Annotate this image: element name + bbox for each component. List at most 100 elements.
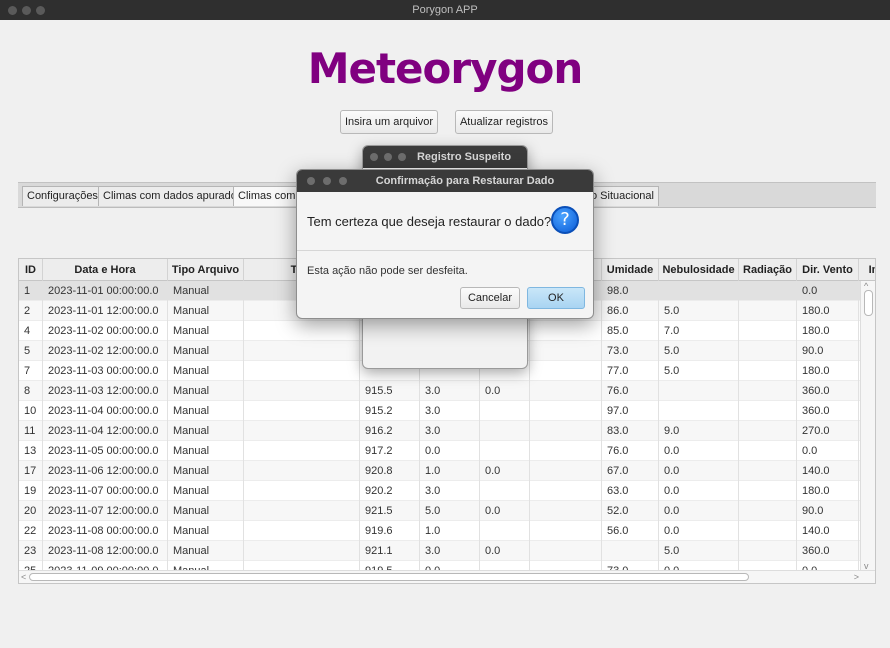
- table-cell[interactable]: [739, 461, 797, 481]
- table-cell[interactable]: Manual: [168, 421, 244, 441]
- column-header-umidade[interactable]: Umidade: [602, 259, 659, 281]
- table-cell[interactable]: [480, 441, 530, 461]
- table-cell[interactable]: [659, 401, 739, 421]
- table-row[interactable]: 20 2023-11-07 12:00:00.0 Manual 921.5 5.0 0.0…: [19, 501, 875, 521]
- table-cell[interactable]: [739, 281, 797, 301]
- table-cell[interactable]: [530, 321, 602, 341]
- table-row[interactable]: 19 2023-11-07 00:00:00.0 Manual 920.2 3.0 63.…: [19, 481, 875, 501]
- table-cell[interactable]: 5.0: [659, 541, 739, 561]
- table-cell[interactable]: 0.0: [659, 521, 739, 541]
- table-cell[interactable]: 1: [19, 281, 43, 301]
- table-cell[interactable]: [530, 441, 602, 461]
- table-cell[interactable]: Manual: [168, 541, 244, 561]
- horizontal-scrollbar[interactable]: < >: [19, 570, 875, 583]
- table-cell[interactable]: 920.2: [360, 481, 420, 501]
- table-cell[interactable]: 0.0: [659, 481, 739, 501]
- table-cell[interactable]: 17: [19, 461, 43, 481]
- maximize-dialog-icon[interactable]: [398, 153, 406, 161]
- table-cell[interactable]: 2023-11-08 00:00:00.0: [43, 521, 168, 541]
- close-dialog-icon[interactable]: [307, 177, 315, 185]
- table-cell[interactable]: 1.0: [420, 521, 480, 541]
- table-cell[interactable]: [244, 381, 360, 401]
- table-cell[interactable]: 916.2: [360, 421, 420, 441]
- column-header-dir-vento[interactable]: Dir. Vento: [797, 259, 859, 281]
- column-header-tipo-arquivo[interactable]: Tipo Arquivo: [168, 259, 244, 281]
- table-cell[interactable]: 0.0: [480, 501, 530, 521]
- maximize-window-icon[interactable]: [36, 6, 45, 15]
- table-cell[interactable]: 3.0: [420, 541, 480, 561]
- table-cell[interactable]: [244, 421, 360, 441]
- table-cell[interactable]: [244, 361, 360, 381]
- table-row[interactable]: 13 2023-11-05 00:00:00.0 Manual 917.2 0.0 76.…: [19, 441, 875, 461]
- minimize-dialog-icon[interactable]: [384, 153, 392, 161]
- table-cell[interactable]: Manual: [168, 281, 244, 301]
- insert-file-button[interactable]: Insira um arquivor: [340, 110, 438, 134]
- table-cell[interactable]: [244, 461, 360, 481]
- table-cell[interactable]: 2023-11-04 00:00:00.0: [43, 401, 168, 421]
- table-cell[interactable]: 98.0: [602, 281, 659, 301]
- table-cell[interactable]: Manual: [168, 501, 244, 521]
- table-cell[interactable]: 0.0: [659, 461, 739, 481]
- table-cell[interactable]: 0.0: [480, 541, 530, 561]
- table-cell[interactable]: [659, 281, 739, 301]
- cancel-button[interactable]: Cancelar: [460, 287, 520, 309]
- table-cell[interactable]: [530, 481, 602, 501]
- table-cell[interactable]: [739, 321, 797, 341]
- table-cell[interactable]: 7.0: [659, 321, 739, 341]
- table-cell[interactable]: 2: [19, 301, 43, 321]
- table-cell[interactable]: [602, 541, 659, 561]
- table-cell[interactable]: 360.0: [797, 381, 859, 401]
- table-cell[interactable]: 3.0: [420, 481, 480, 501]
- table-cell[interactable]: [244, 441, 360, 461]
- table-cell[interactable]: 85.0: [602, 321, 659, 341]
- table-row[interactable]: 10 2023-11-04 00:00:00.0 Manual 915.2 3.0 97.…: [19, 401, 875, 421]
- table-cell[interactable]: [530, 521, 602, 541]
- table-cell[interactable]: [244, 521, 360, 541]
- table-cell[interactable]: [244, 481, 360, 501]
- table-cell[interactable]: Manual: [168, 401, 244, 421]
- table-cell[interactable]: 2023-11-05 00:00:00.0: [43, 441, 168, 461]
- table-cell[interactable]: [480, 401, 530, 421]
- table-cell[interactable]: 19: [19, 481, 43, 501]
- table-cell[interactable]: 73.0: [602, 341, 659, 361]
- table-cell[interactable]: [739, 541, 797, 561]
- table-cell[interactable]: [530, 381, 602, 401]
- tab-situacional[interactable]: o Situacional: [586, 186, 659, 206]
- table-cell[interactable]: [739, 381, 797, 401]
- table-cell[interactable]: 20: [19, 501, 43, 521]
- table-cell[interactable]: 2023-11-08 12:00:00.0: [43, 541, 168, 561]
- table-cell[interactable]: 915.2: [360, 401, 420, 421]
- table-cell[interactable]: Manual: [168, 481, 244, 501]
- column-header-data-hora[interactable]: Data e Hora: [43, 259, 168, 281]
- table-cell[interactable]: [739, 501, 797, 521]
- table-cell[interactable]: 0.0: [420, 441, 480, 461]
- table-cell[interactable]: 22: [19, 521, 43, 541]
- table-cell[interactable]: 7: [19, 361, 43, 381]
- table-cell[interactable]: 5.0: [420, 501, 480, 521]
- table-cell[interactable]: [739, 481, 797, 501]
- table-cell[interactable]: 915.5: [360, 381, 420, 401]
- table-cell[interactable]: 2023-11-06 12:00:00.0: [43, 461, 168, 481]
- tab-climas-com[interactable]: Climas com: [233, 186, 301, 206]
- table-cell[interactable]: 270.0: [797, 421, 859, 441]
- table-cell[interactable]: 4: [19, 321, 43, 341]
- table-cell[interactable]: 90.0: [797, 341, 859, 361]
- table-cell[interactable]: [244, 341, 360, 361]
- table-cell[interactable]: 2023-11-02 00:00:00.0: [43, 321, 168, 341]
- maximize-dialog-icon[interactable]: [339, 177, 347, 185]
- scroll-left-icon[interactable]: <: [21, 572, 26, 582]
- table-cell[interactable]: 3.0: [420, 421, 480, 441]
- table-cell[interactable]: 0.0: [480, 381, 530, 401]
- table-cell[interactable]: 5.0: [659, 301, 739, 321]
- table-cell[interactable]: 2023-11-04 12:00:00.0: [43, 421, 168, 441]
- table-cell[interactable]: 2023-11-03 12:00:00.0: [43, 381, 168, 401]
- table-cell[interactable]: [244, 401, 360, 421]
- table-cell[interactable]: 23: [19, 541, 43, 561]
- table-cell[interactable]: 180.0: [797, 481, 859, 501]
- table-cell[interactable]: [530, 401, 602, 421]
- minimize-dialog-icon[interactable]: [323, 177, 331, 185]
- close-dialog-icon[interactable]: [370, 153, 378, 161]
- table-cell[interactable]: [480, 481, 530, 501]
- column-header-radiacao[interactable]: Radiação: [739, 259, 797, 281]
- table-cell[interactable]: Manual: [168, 341, 244, 361]
